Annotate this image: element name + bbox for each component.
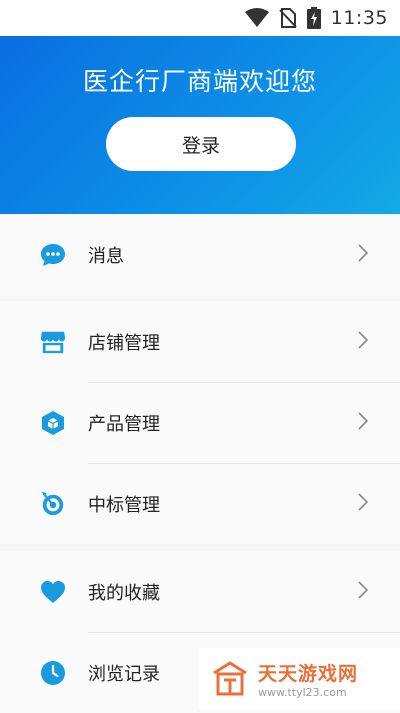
chevron-right-icon bbox=[358, 243, 369, 266]
menu-item-store-management[interactable]: 店铺管理 bbox=[0, 301, 400, 382]
menu-item-messages[interactable]: 消息 bbox=[0, 214, 400, 295]
watermark-title: 天天游戏网 bbox=[258, 663, 359, 685]
clock-icon bbox=[40, 660, 66, 686]
wifi-icon bbox=[244, 8, 269, 28]
menu-item-label: 产品管理 bbox=[88, 413, 160, 435]
clock-time: 11:35 bbox=[330, 7, 388, 29]
welcome-title: 医企行厂商端欢迎您 bbox=[82, 67, 317, 96]
menu-item-label: 我的收藏 bbox=[88, 582, 160, 604]
watermark-logo: 天天游戏网 www.ttyl23.com bbox=[198, 648, 400, 710]
chevron-right-icon bbox=[358, 492, 369, 515]
header-banner: 医企行厂商端欢迎您 登录 bbox=[0, 36, 400, 214]
menu-item-label: 中标管理 bbox=[88, 494, 160, 516]
menu-item-label: 店铺管理 bbox=[88, 332, 160, 354]
login-button[interactable]: 登录 bbox=[106, 117, 296, 171]
chevron-right-icon bbox=[358, 411, 369, 434]
no-sim-icon bbox=[279, 8, 297, 28]
menu-item-product-management[interactable]: 产品管理 bbox=[0, 382, 400, 463]
menu-item-label: 消息 bbox=[88, 245, 124, 267]
store-icon bbox=[40, 329, 66, 355]
chat-bubble-icon bbox=[40, 242, 66, 268]
heart-icon bbox=[40, 579, 66, 605]
battery-charging-icon bbox=[306, 7, 321, 29]
chevron-right-icon bbox=[358, 330, 369, 353]
menu-item-label: 浏览记录 bbox=[88, 663, 160, 685]
menu-item-bid-management[interactable]: 中标管理 bbox=[0, 463, 400, 544]
menu-section-messages: 消息 bbox=[0, 214, 400, 296]
menu-section-management: 店铺管理 产品管理 中标管理 bbox=[0, 301, 400, 544]
watermark-logo-icon bbox=[213, 661, 247, 696]
status-bar: 11:35 bbox=[0, 0, 400, 36]
watermark-url: www.ttyl23.com bbox=[258, 686, 347, 699]
menu-item-favorites[interactable]: 我的收藏 bbox=[0, 551, 400, 632]
target-icon bbox=[40, 491, 66, 517]
chevron-right-icon bbox=[358, 580, 369, 603]
hexagon-box-icon bbox=[40, 410, 66, 436]
